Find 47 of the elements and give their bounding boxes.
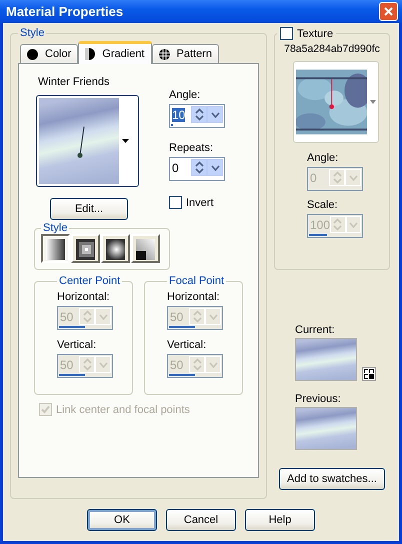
- checkbox-label: Invert: [186, 196, 214, 208]
- field-label: Scale:: [307, 199, 339, 211]
- field-label: Repeats:: [169, 142, 214, 154]
- checkbox[interactable]: [169, 196, 182, 209]
- field-label: Vertical:: [167, 339, 208, 351]
- texture-dropdown[interactable]: [293, 61, 379, 143]
- dropdown-arrow-icon[interactable]: [122, 139, 129, 143]
- gradient-style-button[interactable]: [41, 234, 70, 263]
- circle-icon: [27, 48, 38, 60]
- spin-arrows-icon[interactable]: [194, 161, 204, 174]
- window-title: Material Properties: [6, 4, 124, 19]
- pattern-icon: [158, 48, 170, 60]
- field-label: Horizontal:: [167, 291, 221, 303]
- tab[interactable]: Gradient: [78, 41, 152, 64]
- add-to-swatches-button[interactable]: Add to swatches...: [279, 468, 385, 490]
- checkbox-label: Link center and focal points: [56, 404, 190, 416]
- dialog-button[interactable]: Cancel: [166, 509, 236, 531]
- dialog-button[interactable]: OK: [87, 509, 157, 531]
- swatch-label: Previous:: [295, 393, 342, 405]
- field-label: Angle:: [307, 152, 340, 164]
- tab[interactable]: Pattern: [152, 44, 219, 64]
- swatch-label: Current:: [295, 324, 336, 336]
- group-title: Focal Point: [168, 275, 226, 287]
- dialog-button[interactable]: Help: [245, 509, 315, 531]
- tab[interactable]: Color: [20, 44, 78, 64]
- texture-name: 78a5a284ab7d990fc: [284, 43, 380, 55]
- group-title: Center Point: [58, 275, 122, 287]
- close-icon[interactable]: [384, 7, 393, 16]
- group-title: Style: [42, 222, 68, 234]
- field-label: Vertical:: [57, 339, 98, 351]
- half-circle-icon: [85, 48, 96, 60]
- spin-arrows-icon[interactable]: [194, 108, 204, 121]
- field-label: Angle:: [169, 89, 202, 101]
- checkbox-label: Texture: [297, 28, 334, 40]
- checkbox[interactable]: [280, 27, 293, 40]
- spin-field[interactable]: 10: [169, 104, 225, 128]
- rectangular-gradient-icon: [76, 239, 95, 260]
- close-button[interactable]: [379, 2, 398, 21]
- edit-button[interactable]: Edit...: [50, 198, 128, 220]
- gradient-dropdown[interactable]: [36, 95, 139, 187]
- field-label: Horizontal:: [57, 291, 111, 303]
- radial-gradient-icon: [106, 239, 125, 260]
- group-title: Style: [19, 27, 46, 39]
- linear-gradient-icon: [46, 239, 65, 260]
- spin-field[interactable]: 0: [169, 157, 225, 181]
- gradient-name: Winter Friends: [38, 76, 111, 88]
- corner-gradient-icon: [136, 239, 155, 260]
